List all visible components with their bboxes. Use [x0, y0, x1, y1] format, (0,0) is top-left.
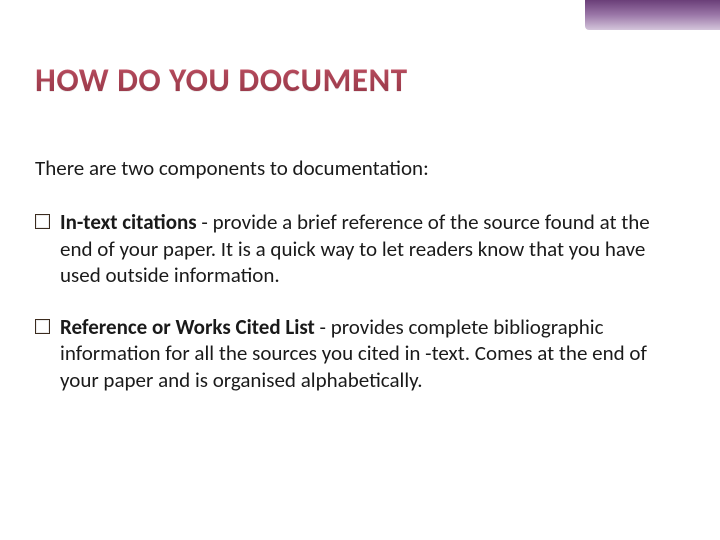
- slide-title: HOW DO YOU DOCUMENT: [35, 60, 408, 100]
- slide-body: There are two components to documentatio…: [35, 155, 685, 419]
- list-item: In-text citations - provide a brief refe…: [35, 209, 685, 288]
- bullet-term: Reference or Works Cited List: [60, 314, 315, 340]
- checkbox-icon: [35, 214, 50, 229]
- bullet-text: In-text citations - provide a brief refe…: [60, 209, 685, 288]
- checkbox-icon: [35, 319, 50, 334]
- slide-accent-bar: [585, 0, 720, 30]
- bullet-sep: -: [197, 209, 213, 235]
- bullet-text: Reference or Works Cited List - provides…: [60, 314, 685, 393]
- list-item: Reference or Works Cited List - provides…: [35, 314, 685, 393]
- bullet-sep: -: [315, 314, 331, 340]
- intro-text: There are two components to documentatio…: [35, 155, 685, 181]
- bullet-term: In-text citations: [60, 209, 197, 235]
